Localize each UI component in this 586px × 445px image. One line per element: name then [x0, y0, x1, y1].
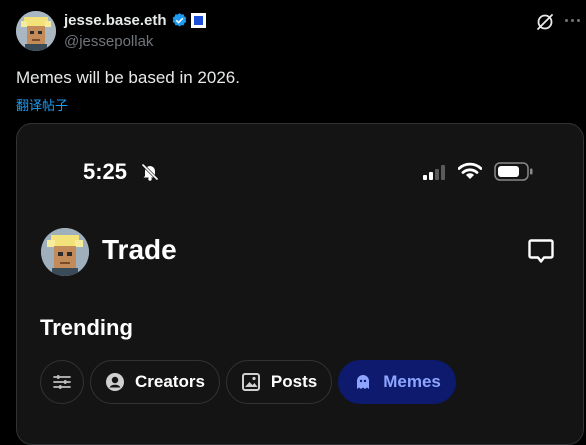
- pixel-avatar-icon: [16, 11, 56, 51]
- ghost-icon: [353, 372, 373, 392]
- pixel-avatar-icon: [41, 228, 89, 276]
- more-options-icon[interactable]: [565, 19, 581, 25]
- tweet-media-image[interactable]: 5:25 Trade Trending Creators Posts Memes: [16, 123, 584, 445]
- image-icon: [241, 372, 261, 392]
- filter-chip-posts[interactable]: Posts: [225, 360, 333, 404]
- sliders-icon: [52, 372, 72, 392]
- filter-chip-creators[interactable]: Creators: [90, 360, 220, 404]
- filter-chips: Creators Posts Memes: [40, 360, 456, 404]
- battery-icon: [494, 162, 534, 181]
- tweet-text: Memes will be based in 2026.: [16, 68, 240, 87]
- bell-slash-icon: [140, 162, 160, 182]
- author-display-name[interactable]: jesse.base.eth: [64, 12, 167, 29]
- filter-chip-memes[interactable]: Memes: [338, 360, 456, 404]
- author-name-row: jesse.base.eth: [64, 11, 206, 30]
- translate-post-link[interactable]: 翻译帖子: [16, 95, 68, 114]
- author-handle[interactable]: @jessepollak: [64, 33, 206, 50]
- filter-chip-label: Memes: [383, 372, 441, 391]
- tweet: jesse.base.eth @jessepollak Memes will b…: [0, 0, 586, 445]
- verified-badge-icon[interactable]: [171, 12, 188, 29]
- person-icon: [105, 372, 125, 392]
- blue-square-badge-icon[interactable]: [190, 13, 206, 28]
- filter-chip-label: Posts: [270, 372, 318, 391]
- app-profile-avatar[interactable]: [41, 228, 89, 276]
- cellular-signal-icon: [423, 165, 449, 180]
- wifi-icon: [457, 162, 483, 180]
- filter-settings-button[interactable]: [40, 360, 84, 404]
- section-title: Trending: [40, 315, 133, 340]
- grok-icon[interactable]: [535, 12, 555, 32]
- status-bar-time: 5:25: [83, 159, 128, 184]
- author-avatar[interactable]: [16, 11, 56, 51]
- app-title: Trade: [102, 234, 177, 265]
- filter-chip-label: Creators: [135, 372, 205, 391]
- chat-bubble-icon[interactable]: [527, 237, 555, 265]
- author-info: jesse.base.eth @jessepollak: [64, 11, 206, 50]
